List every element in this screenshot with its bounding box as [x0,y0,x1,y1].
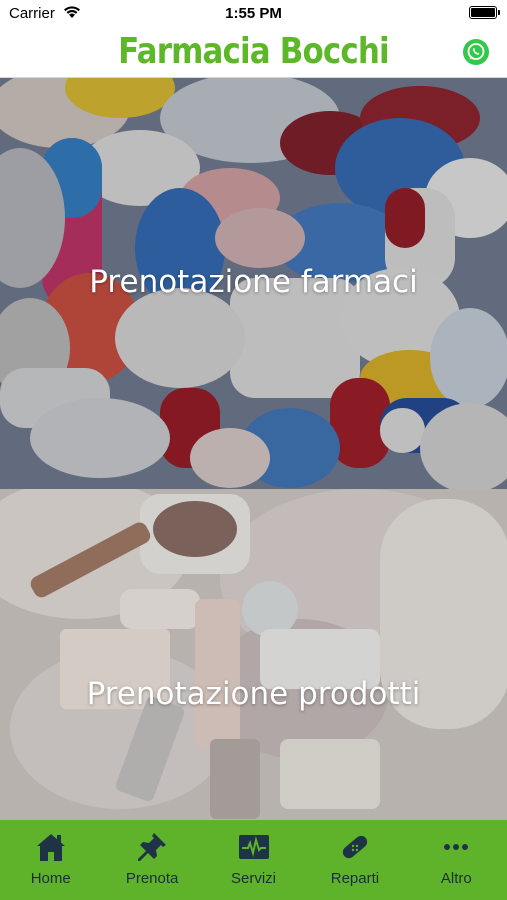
heartbeat-monitor-icon [237,830,271,864]
status-time: 1:55 PM [225,5,282,22]
whatsapp-icon[interactable] [463,39,489,65]
cosmetics-background-image [0,489,507,820]
tab-altro[interactable]: Altro [406,820,507,900]
banner-title-prodotti: Prenotazione prodotti [86,676,421,712]
bandage-icon [338,830,372,864]
tab-servizi-label: Servizi [231,870,277,887]
tab-prenota-label: Prenota [125,870,179,887]
bottom-tab-bar: Home Prenota Servizi Reparti Altro [0,820,507,900]
app-title: Farmacia Bocchi [118,31,389,72]
app-header: Farmacia Bocchi [0,26,507,78]
banner-prenotazione-farmaci[interactable]: Prenotazione farmaci [0,78,507,489]
tab-home-label: Home [30,870,71,887]
battery-icon [469,6,500,19]
banner-title-farmaci: Prenotazione farmaci [89,264,418,300]
tab-reparti-label: Reparti [330,870,380,887]
more-dots-icon [439,830,473,864]
tab-home[interactable]: Home [0,820,101,900]
home-icon [34,830,68,864]
tab-servizi[interactable]: Servizi [203,820,304,900]
tab-altro-label: Altro [440,870,472,887]
tab-prenota[interactable]: Prenota [101,820,202,900]
status-bar: Carrier 1:55 PM [0,0,507,26]
pushpin-icon [135,830,169,864]
tab-reparti[interactable]: Reparti [304,820,405,900]
banner-prenotazione-prodotti[interactable]: Prenotazione prodotti [0,489,507,820]
